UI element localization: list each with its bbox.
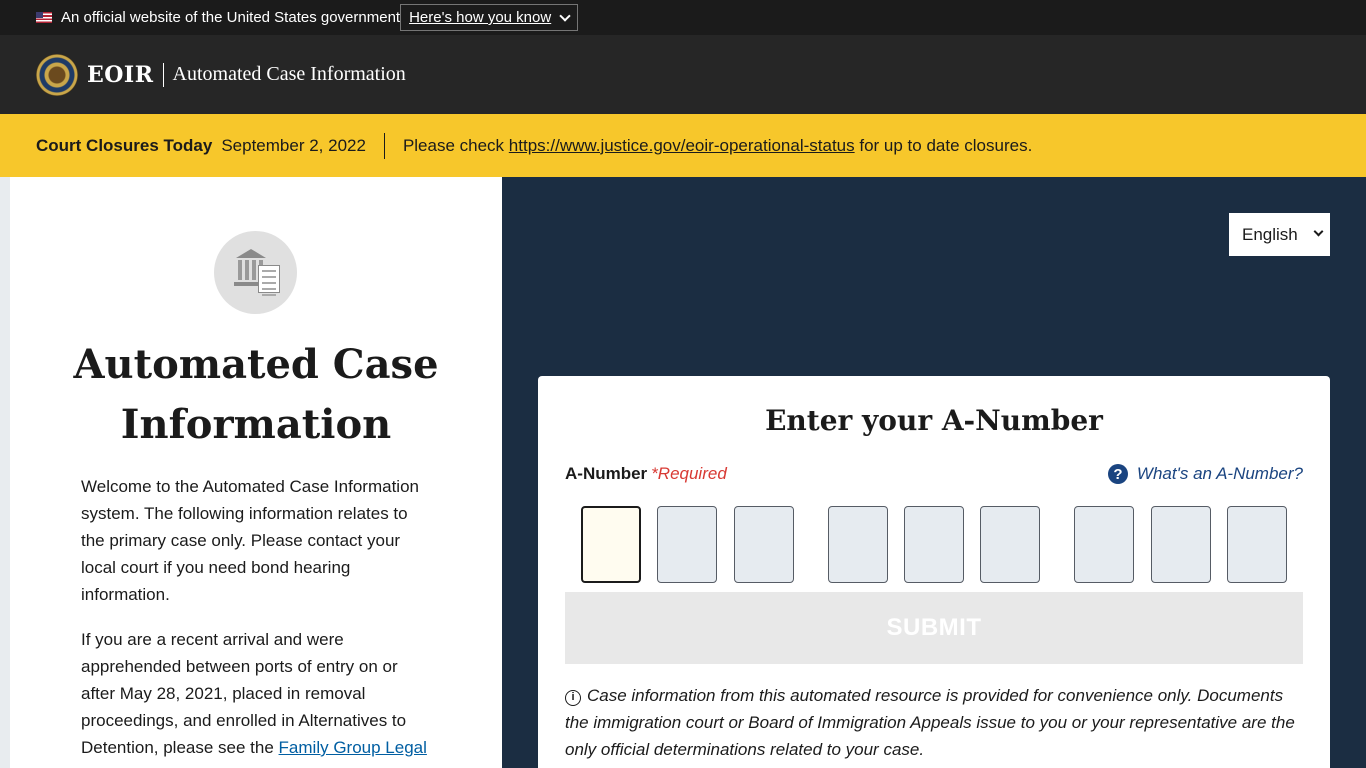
a-number-digit-2[interactable] (657, 506, 717, 583)
recent-arrival-text: If you are a recent arrival and were app… (81, 626, 431, 761)
a-number-digit-4[interactable] (828, 506, 888, 583)
how-you-know-label: Here's how you know (409, 9, 552, 26)
chevron-down-icon (559, 9, 571, 22)
disclaimer: i Case information from this automated re… (565, 682, 1305, 763)
alert-suffix: for up to date closures. (859, 135, 1033, 155)
a-number-digit-5[interactable] (904, 506, 964, 583)
page-title: Automated Case Information (73, 341, 439, 448)
a-number-label-text: A-Number (565, 464, 648, 483)
left-edge (0, 177, 10, 768)
us-flag-icon (36, 12, 52, 23)
brand-name[interactable]: EOIR (87, 62, 154, 88)
gov-banner: An official website of the United States… (0, 0, 1366, 35)
card-title: Enter your A-Number (765, 404, 1103, 437)
a-number-digit-3[interactable] (734, 506, 794, 583)
language-selected: English (1242, 224, 1298, 244)
a-number-card: Enter your A-Number A-Number *Required ? … (538, 376, 1330, 768)
court-closures-alert: Court Closures Today September 2, 2022 P… (0, 114, 1366, 177)
family-group-legal-link[interactable]: Family Group Legal (279, 738, 427, 757)
info-icon: i (565, 689, 581, 706)
doj-seal-icon[interactable] (36, 53, 78, 96)
question-icon: ? (1107, 464, 1128, 484)
chevron-down-icon (1313, 226, 1324, 237)
alert-divider (383, 132, 385, 159)
brand-divider (162, 62, 164, 87)
a-number-label: A-Number *Required (565, 464, 727, 484)
how-you-know-button[interactable]: Here's how you know (400, 4, 579, 31)
intro-panel: Automated Case Information Welcome to th… (10, 177, 502, 768)
required-indicator: *Required (651, 464, 727, 483)
what-is-a-number-label: What's an A-Number? (1136, 464, 1303, 483)
courthouse-icon (214, 231, 297, 314)
site-header: EOIR Automated Case Information (0, 35, 1366, 114)
submit-button[interactable]: SUBMIT (565, 592, 1303, 664)
alert-title: Court Closures Today (36, 135, 213, 155)
a-number-digit-9[interactable] (1227, 506, 1287, 583)
a-number-digit-8[interactable] (1151, 506, 1211, 583)
disclaimer-text: Case information from this automated res… (565, 686, 1295, 759)
alert-date: September 2, 2022 (221, 135, 366, 155)
site-title[interactable]: Automated Case Information (173, 63, 406, 86)
welcome-text: Welcome to the Automated Case Informatio… (81, 477, 419, 604)
language-select[interactable]: English (1229, 213, 1330, 256)
operational-status-link[interactable]: https://www.justice.gov/eoir-operational… (509, 136, 855, 156)
alert-prefix: Please check (402, 135, 505, 155)
a-number-digit-7[interactable] (1074, 506, 1134, 583)
gov-banner-text: An official website of the United States… (61, 9, 401, 26)
a-number-digit-1[interactable] (581, 506, 641, 583)
what-is-a-number-link[interactable]: ? What's an A-Number? (1107, 464, 1303, 484)
a-number-digit-6[interactable] (980, 506, 1040, 583)
